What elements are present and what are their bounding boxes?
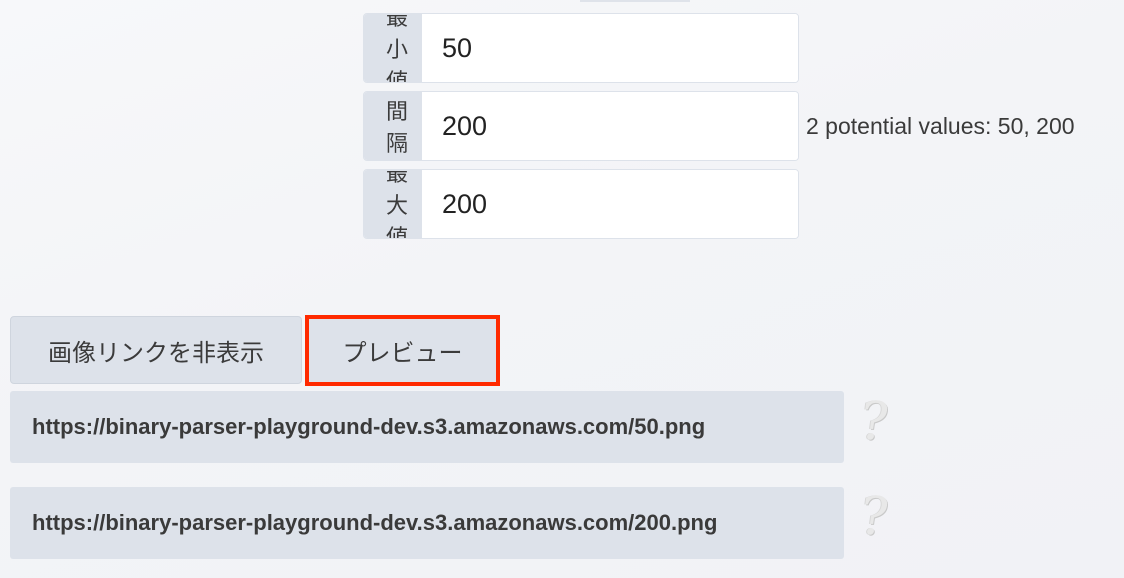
- image-preview-placeholder-icon: ?: [855, 392, 893, 452]
- min-value-label: 最小値: [364, 14, 422, 82]
- top-edge-strip: [580, 0, 690, 2]
- max-value-input[interactable]: [422, 170, 798, 238]
- preview-button[interactable]: プレビュー: [307, 316, 498, 384]
- image-link-200[interactable]: https://binary-parser-playground-dev.s3.…: [10, 487, 844, 559]
- min-value-input[interactable]: [422, 14, 798, 82]
- hide-image-links-button[interactable]: 画像リンクを非表示: [10, 316, 302, 384]
- interval-row: 間隔: [363, 91, 799, 161]
- image-link-50[interactable]: https://binary-parser-playground-dev.s3.…: [10, 391, 844, 463]
- interval-label: 間隔: [364, 92, 422, 160]
- image-preview-placeholder-icon: ?: [855, 487, 893, 547]
- potential-values-text: 2 potential values: 50, 200: [806, 113, 1075, 139]
- max-value-label: 最大値: [364, 170, 422, 238]
- min-value-row: 最小値: [363, 13, 799, 83]
- interval-input[interactable]: [422, 92, 798, 160]
- max-value-row: 最大値: [363, 169, 799, 239]
